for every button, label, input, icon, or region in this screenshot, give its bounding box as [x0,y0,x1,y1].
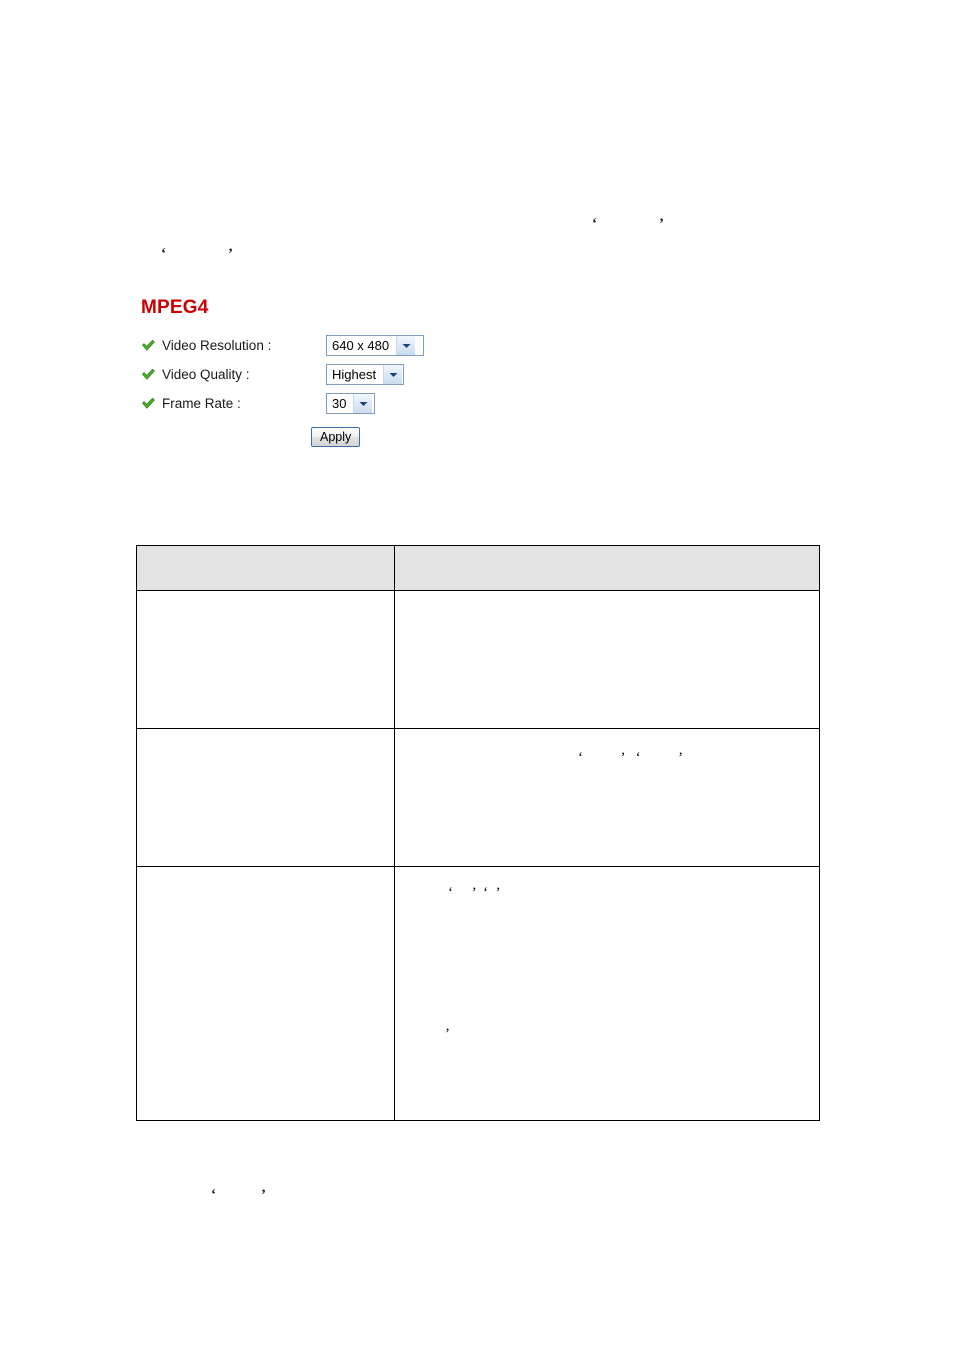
body-quote-run-2: ‘’ [146,232,233,277]
table-header-row [136,545,820,591]
label-video-resolution: Video Resolution : [162,338,272,353]
label-frame-rate: Frame Rate : [162,396,241,411]
open-quote-glyph: ‘ [592,216,597,232]
close-quote-glyph: ’ [659,216,664,232]
label-video-quality: Video Quality : [162,367,250,382]
chevron-down-icon[interactable] [353,394,373,413]
table-row: ‘ ’ ‘ ’ ’ [136,866,820,1121]
apply-button-row: Apply [311,427,441,447]
select-video-quality[interactable]: Highest [326,364,404,385]
open-quote-glyph: ‘ [211,1187,216,1203]
select-video-resolution[interactable]: 640 x 480 [326,335,424,356]
field-row-video-resolution: Video Resolution : 640 x 480 [141,331,441,360]
select-frame-rate[interactable]: 30 [326,393,375,414]
table-row [136,590,820,729]
table-cell-quote-run-1: ‘ ’ ‘ ’ [448,885,501,901]
green-check-icon [141,338,156,353]
footer-quote-run: ‘’ [196,1173,266,1218]
document-page: ‘’ ‘’ MPEG4 Video Resolution : 640 x 480 [0,0,954,1350]
body-quote-run-1: ‘’ [577,202,664,247]
mpeg4-settings-panel: MPEG4 Video Resolution : 640 x 480 Video… [141,298,441,447]
table-cell-term [136,590,395,729]
chevron-down-icon[interactable] [396,336,416,355]
field-row-frame-rate: Frame Rate : 30 [141,389,441,418]
page-title: MPEG4 [141,297,209,318]
close-quote-glyph: ’ [261,1187,266,1203]
specification-table: ‘ ’ ‘ ’ ‘ ’ ‘ ’ ’ [136,545,820,1121]
table-header-term [136,545,395,591]
table-cell-description: ‘ ’ ‘ ’ [394,728,820,867]
table-cell-term [136,866,395,1121]
select-video-resolution-value: 640 x 480 [332,338,390,353]
green-check-icon [141,367,156,382]
apply-button[interactable]: Apply [311,427,361,447]
table-cell-description [394,590,820,729]
table-cell-quote-run: ‘ ’ ‘ ’ [578,750,684,766]
table-cell-term [136,728,395,867]
field-row-video-quality: Video Quality : Highest [141,360,441,389]
table-cell-description: ‘ ’ ‘ ’ ’ [394,866,820,1121]
table-cell-quote-run-2: ’ [445,1026,450,1042]
close-quote-glyph: ’ [228,246,233,262]
green-check-icon [141,396,156,411]
select-frame-rate-value: 30 [332,396,347,411]
table-header-description [394,545,820,591]
select-video-quality-value: Highest [332,367,377,382]
chevron-down-icon[interactable] [383,365,403,384]
open-quote-glyph: ‘ [161,246,166,262]
table-row: ‘ ’ ‘ ’ [136,728,820,867]
